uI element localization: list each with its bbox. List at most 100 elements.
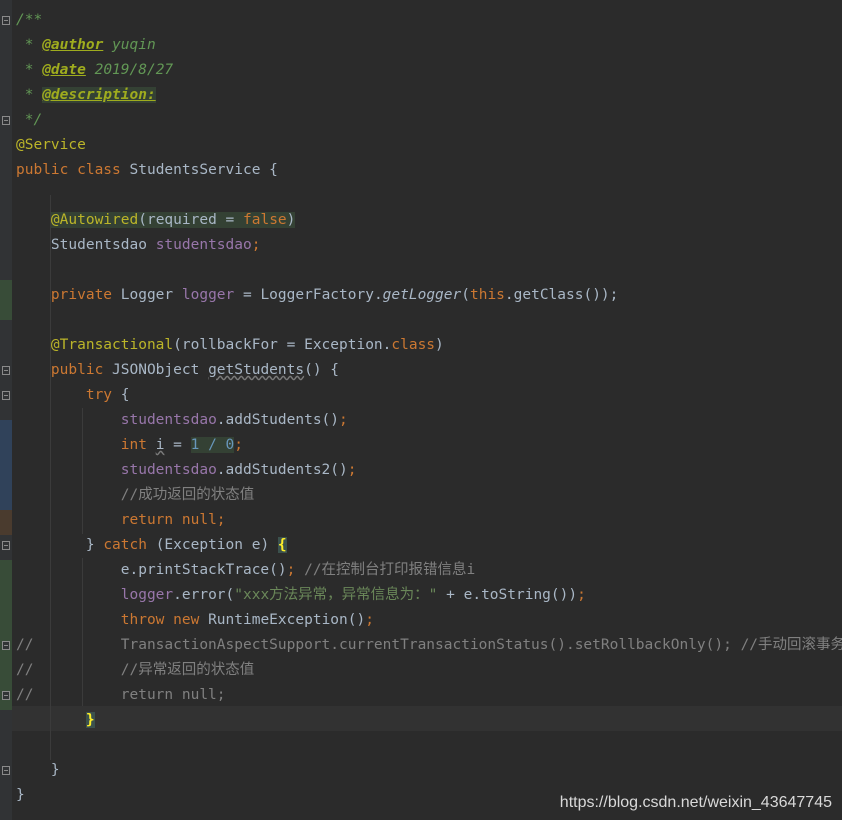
code-token: (rollbackFor = Exception.	[173, 337, 392, 353]
code-line[interactable]: private Logger logger = LoggerFactory.ge…	[16, 283, 618, 308]
code-token: = LoggerFactory.	[234, 287, 383, 303]
code-token: // return null;	[16, 687, 226, 703]
code-line[interactable]: Studentsdao studentsdao;	[16, 233, 261, 258]
code-token: throw new	[120, 612, 209, 628]
code-token: 2019/8/27	[85, 62, 174, 78]
code-token: //在控制台打印报错信息i	[304, 562, 476, 578]
code-line[interactable]: } catch (Exception e) {	[16, 533, 287, 558]
code-line[interactable]: public JSONObject getStudents() {	[16, 358, 339, 383]
code-line[interactable]: @Autowired(required = false)	[16, 208, 296, 233]
code-line[interactable]: }	[16, 708, 95, 733]
code-token: .error(	[173, 587, 235, 603]
code-token: getStudents	[208, 362, 305, 378]
code-line[interactable]: studentsdao.addStudents();	[16, 408, 348, 433]
code-token: {	[277, 537, 287, 553]
code-token: *	[16, 37, 43, 53]
code-token: /**	[16, 12, 43, 28]
code-token: yuqin	[103, 37, 156, 53]
code-line[interactable]: int i = 1 / 0;	[16, 433, 243, 458]
code-token: ;	[347, 462, 357, 478]
code-token: //成功返回的状态值	[120, 487, 255, 503]
code-line[interactable]: */	[16, 108, 42, 133]
code-line[interactable]: * @author yuqin	[16, 33, 156, 58]
code-token: {	[120, 387, 130, 403]
code-line[interactable]: /**	[16, 8, 42, 33]
code-token: ;	[286, 562, 305, 578]
code-token: ;	[234, 437, 244, 453]
code-token: Logger	[120, 287, 182, 303]
code-token: false	[243, 212, 287, 228]
code-token: // //异常返回的状态值	[16, 662, 255, 678]
code-line[interactable]: * @description:	[16, 83, 156, 108]
code-token: @Transactional	[50, 337, 174, 353]
code-token: @Service	[16, 137, 86, 153]
code-line[interactable]: throw new RuntimeException();	[16, 608, 374, 633]
code-token: () {	[304, 362, 340, 378]
code-line[interactable]: }	[16, 758, 60, 783]
code-line[interactable]: // //异常返回的状态值	[16, 658, 254, 683]
code-token: }	[16, 537, 104, 553]
code-line[interactable]: * @date 2019/8/27	[16, 58, 173, 83]
code-token: .getClass());	[504, 287, 619, 303]
code-token: }	[16, 787, 25, 803]
code-token: RuntimeException()	[208, 612, 366, 628]
code-token: private	[50, 287, 121, 303]
code-token: 1 / 0	[190, 437, 235, 453]
code-token: )	[286, 212, 296, 228]
code-line[interactable]: }	[16, 783, 25, 808]
code-token: int	[120, 437, 156, 453]
code-token: ;	[251, 237, 261, 253]
code-token: ;	[339, 412, 348, 428]
code-token: =	[164, 437, 191, 453]
code-token: ;	[365, 612, 374, 628]
code-token: (	[461, 287, 470, 303]
code-token: @description:	[42, 87, 156, 103]
code-token: try	[85, 387, 121, 403]
code-token: */	[16, 112, 43, 128]
code-editor[interactable]: /** * @author yuqin * @date 2019/8/27 * …	[0, 0, 842, 820]
code-line[interactable]: return null;	[16, 508, 226, 533]
code-token: @Autowired	[50, 212, 139, 228]
watermark: https://blog.csdn.net/weixin_43647745	[559, 794, 832, 811]
code-line[interactable]: studentsdao.addStudents2();	[16, 458, 357, 483]
code-line[interactable]: //成功返回的状态值	[16, 483, 254, 508]
code-token: }	[16, 762, 60, 778]
code-token: Studentsdao	[16, 237, 156, 253]
code-token: public class	[16, 162, 130, 178]
code-token: *	[16, 87, 43, 103]
code-line[interactable]: logger.error("xxx方法异常，异常信息为：" + e.toStri…	[16, 583, 586, 608]
code-token: (Exception e)	[155, 537, 278, 553]
code-token: studentsdao	[120, 462, 217, 478]
code-token: this	[469, 287, 505, 303]
code-token: ;	[216, 512, 226, 528]
code-token: catch	[103, 537, 156, 553]
code-token: studentsdao	[120, 412, 217, 428]
code-token: )	[435, 337, 444, 353]
code-token: }	[85, 712, 95, 728]
code-token: StudentsService {	[129, 162, 278, 178]
code-token: // TransactionAspectSupport.currentTrans…	[16, 637, 842, 653]
code-line[interactable]: e.printStackTrace(); //在控制台打印报错信息i	[16, 558, 476, 583]
code-line[interactable]: @Transactional(rollbackFor = Exception.c…	[16, 333, 444, 358]
code-line[interactable]: @Service	[16, 133, 86, 158]
code-token: (required =	[138, 212, 243, 228]
code-line[interactable]: public class StudentsService {	[16, 158, 278, 183]
code-line[interactable]: // return null;	[16, 683, 226, 708]
code-line[interactable]: // TransactionAspectSupport.currentTrans…	[16, 633, 842, 658]
code-token: logger	[120, 587, 174, 603]
code-token: e.printStackTrace()	[16, 562, 287, 578]
code-token: public	[50, 362, 113, 378]
code-line[interactable]: try {	[16, 383, 130, 408]
code-token: studentsdao	[155, 237, 252, 253]
